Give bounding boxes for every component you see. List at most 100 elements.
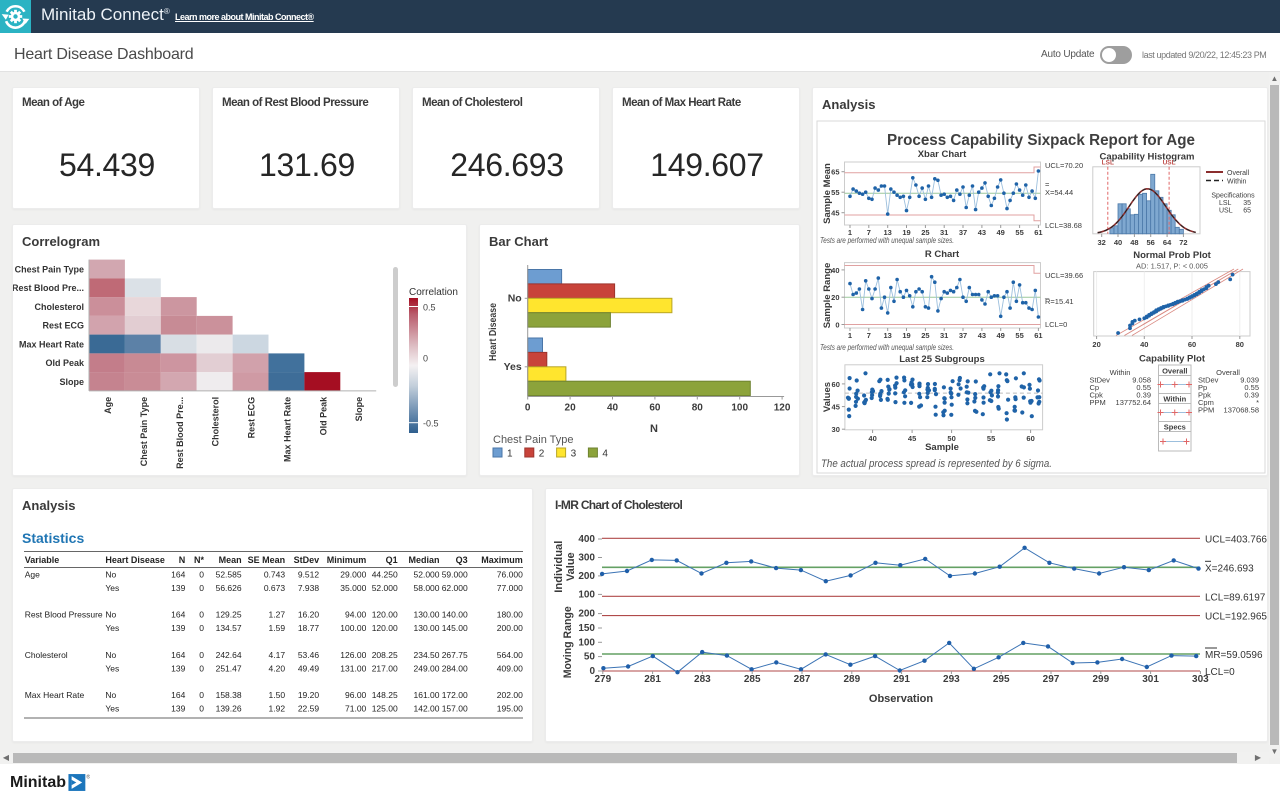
svg-text:PPM: PPM	[1198, 406, 1214, 415]
svg-text:Old Peak: Old Peak	[318, 396, 328, 436]
svg-text:Variable: Variable	[25, 555, 60, 565]
svg-text:Value: Value	[565, 552, 577, 581]
svg-text:Rest ECG: Rest ECG	[42, 321, 84, 331]
svg-text:Yes: Yes	[105, 623, 119, 633]
svg-text:94.00: 94.00	[345, 610, 367, 620]
svg-text:Cholesterol: Cholesterol	[34, 302, 84, 312]
svg-text:Within: Within	[1227, 179, 1247, 186]
svg-text:0: 0	[199, 704, 204, 714]
svg-text:0: 0	[199, 610, 204, 620]
svg-text:100: 100	[578, 637, 595, 648]
svg-text:164: 164	[171, 650, 185, 660]
svg-text:295: 295	[993, 674, 1010, 685]
svg-text:49: 49	[997, 331, 1005, 340]
svg-text:100.00: 100.00	[340, 623, 366, 633]
svg-text:35.000: 35.000	[340, 583, 366, 593]
svg-text:291: 291	[893, 674, 910, 685]
svg-text:53.46: 53.46	[298, 650, 320, 660]
svg-text:267.75: 267.75	[442, 650, 468, 660]
svg-text:172.00: 172.00	[442, 690, 468, 700]
svg-text:142.00: 142.00	[414, 704, 440, 714]
svg-text:0: 0	[199, 570, 204, 580]
svg-text:7: 7	[867, 331, 871, 340]
svg-text:AD: 1.517, P: < 0.005: AD: 1.517, P: < 0.005	[1136, 262, 1208, 271]
svg-text:297: 297	[1043, 674, 1060, 685]
svg-text:Maximum: Maximum	[481, 555, 523, 565]
svg-text:287: 287	[794, 674, 811, 685]
svg-text:25: 25	[921, 331, 929, 340]
svg-text:Q3: Q3	[456, 555, 468, 565]
svg-text:Rest Blood Pre...: Rest Blood Pre...	[175, 397, 185, 469]
svg-text:100: 100	[578, 589, 595, 600]
svg-text:Rest Blood Pre...: Rest Blood Pre...	[13, 283, 84, 293]
svg-text:37: 37	[959, 228, 967, 237]
svg-text:Cholesterol: Cholesterol	[211, 397, 221, 447]
svg-text:284.00: 284.00	[442, 663, 468, 673]
svg-text:0: 0	[835, 321, 839, 330]
svg-text:No: No	[105, 650, 116, 660]
svg-text:283: 283	[694, 674, 711, 685]
svg-text:20: 20	[565, 403, 577, 414]
svg-text:400: 400	[578, 534, 595, 545]
svg-text:55: 55	[987, 434, 995, 443]
svg-text:195.00: 195.00	[497, 704, 523, 714]
svg-text:0: 0	[199, 650, 204, 660]
svg-text:Mean: Mean	[219, 555, 242, 565]
svg-text:LSL: LSL	[1102, 160, 1114, 167]
svg-text:40: 40	[868, 434, 876, 443]
svg-text:130.00: 130.00	[414, 610, 440, 620]
svg-text:Max Heart Rate: Max Heart Rate	[25, 690, 85, 700]
svg-text:40: 40	[1114, 238, 1122, 247]
svg-text:Rest Blood Pressure: Rest Blood Pressure	[25, 610, 103, 620]
svg-text:Heart Disease: Heart Disease	[105, 555, 165, 565]
svg-text:137068.58: 137068.58	[1224, 406, 1259, 415]
svg-text:96.00: 96.00	[345, 690, 367, 700]
svg-text:0.673: 0.673	[264, 583, 286, 593]
svg-text:Slope: Slope	[59, 377, 84, 387]
svg-text:200.00: 200.00	[497, 623, 523, 633]
svg-text:249.00: 249.00	[414, 663, 440, 673]
svg-text:Xbar Chart: Xbar Chart	[918, 149, 967, 160]
svg-text:Specifications: Specifications	[1211, 193, 1255, 200]
svg-text:LCL=38.68: LCL=38.68	[1045, 221, 1082, 230]
svg-text:180.00: 180.00	[497, 610, 523, 620]
svg-text:157.00: 157.00	[442, 704, 468, 714]
svg-text:60: 60	[1026, 434, 1034, 443]
svg-text:139: 139	[171, 704, 185, 714]
svg-text:1: 1	[848, 331, 852, 340]
svg-text:43: 43	[978, 228, 986, 237]
svg-text:No: No	[508, 293, 522, 305]
svg-text:®: ®	[86, 773, 90, 780]
svg-text:40: 40	[607, 403, 619, 414]
svg-text:134.57: 134.57	[216, 623, 242, 633]
svg-text:LCL=0: LCL=0	[1045, 320, 1067, 329]
svg-text:71.00: 71.00	[345, 704, 367, 714]
svg-text:281: 281	[644, 674, 661, 685]
svg-text:22.59: 22.59	[298, 704, 320, 714]
svg-text:564.00: 564.00	[497, 650, 523, 660]
svg-text:Chest Pain Type: Chest Pain Type	[493, 434, 574, 446]
svg-text:217.00: 217.00	[372, 663, 398, 673]
svg-text:UCL=70.20: UCL=70.20	[1045, 161, 1083, 170]
svg-text:60: 60	[1188, 340, 1196, 349]
svg-text:Minimum: Minimum	[327, 555, 367, 565]
svg-text:293: 293	[943, 674, 960, 685]
svg-text:289: 289	[843, 674, 860, 685]
svg-text:299: 299	[1092, 674, 1109, 685]
svg-text:59.000: 59.000	[442, 570, 468, 580]
svg-text:Overall: Overall	[1216, 368, 1240, 377]
svg-text:16.20: 16.20	[298, 610, 320, 620]
svg-text:139.26: 139.26	[216, 704, 242, 714]
svg-text:SE Mean: SE Mean	[248, 555, 286, 565]
svg-text:52.000: 52.000	[414, 570, 440, 580]
svg-text:1.59: 1.59	[269, 623, 286, 633]
svg-text:The actual process spread is r: The actual process spread is represented…	[821, 458, 1052, 470]
svg-text:No: No	[105, 570, 116, 580]
svg-text:45: 45	[908, 434, 916, 443]
svg-text:62.000: 62.000	[442, 583, 468, 593]
svg-text:Individual: Individual	[553, 541, 565, 593]
svg-text:R Chart: R Chart	[925, 249, 960, 260]
svg-text:49.49: 49.49	[298, 663, 320, 673]
svg-text:77.000: 77.000	[497, 583, 523, 593]
svg-text:301: 301	[1142, 674, 1159, 685]
